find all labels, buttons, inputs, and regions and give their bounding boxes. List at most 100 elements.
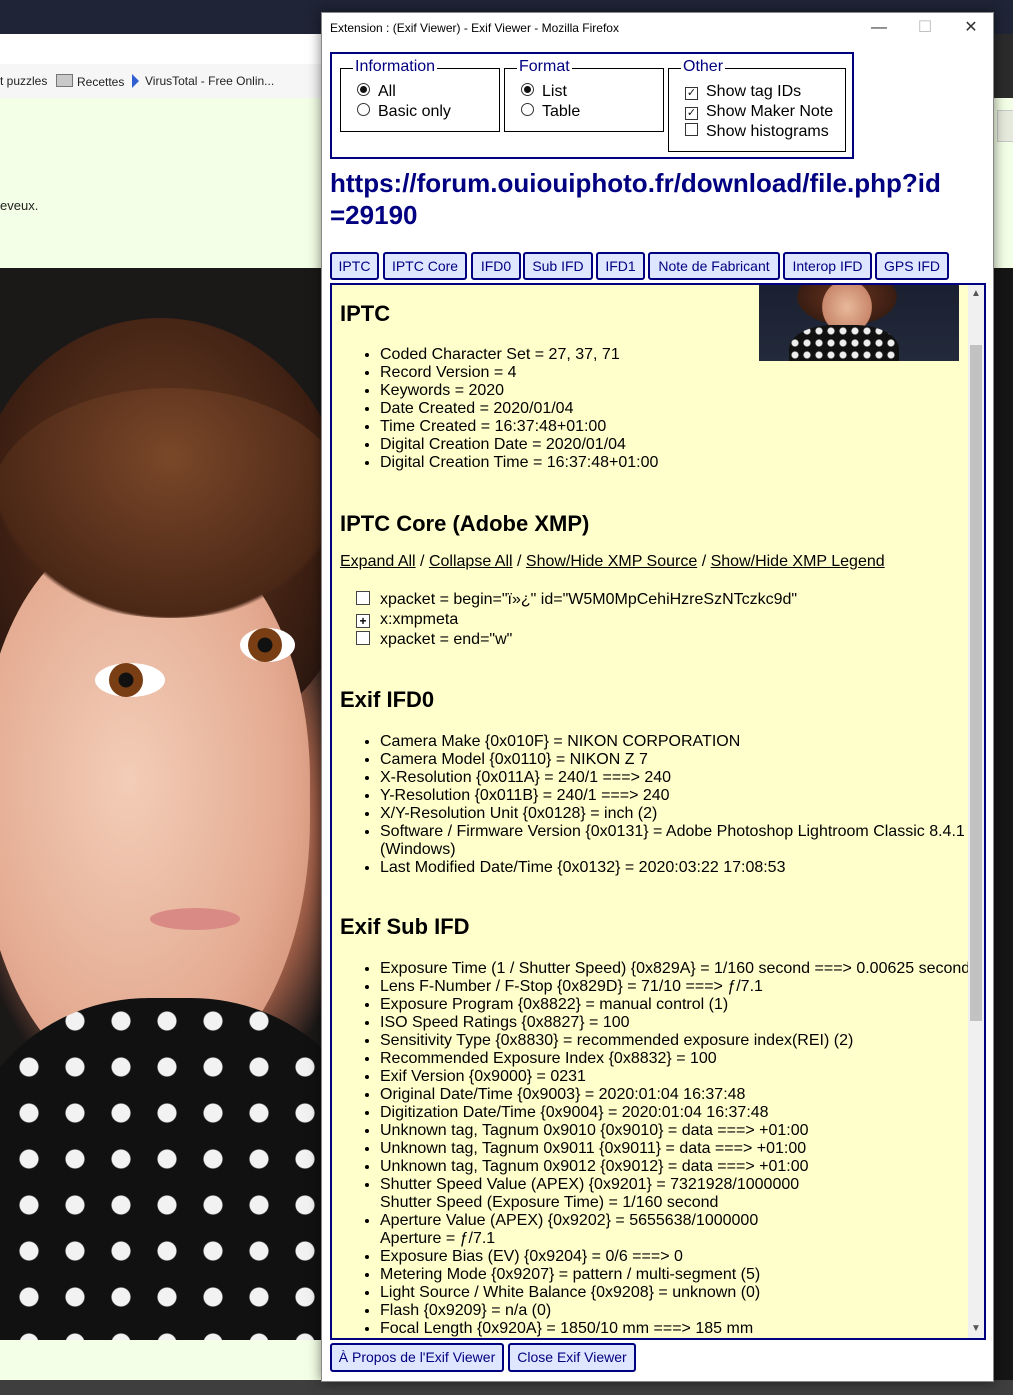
tree-expand-icon[interactable]: + xyxy=(356,614,370,628)
tab-sub-ifd[interactable]: Sub IFD xyxy=(523,252,593,280)
bookmarks-bar: t puzzles Recettes VirusTotal - Free Onl… xyxy=(0,64,330,98)
list-item: Camera Make {0x010F} = NIKON CORPORATION xyxy=(380,733,965,751)
scrollbar-thumb[interactable] xyxy=(970,345,982,1021)
photo-right-eye xyxy=(240,628,295,662)
photo-polka-dot-dress xyxy=(0,998,330,1340)
list-item: Software / Firmware Version {0x0131} = A… xyxy=(380,823,965,841)
bookmark-recettes-label: Recettes xyxy=(77,75,125,89)
format-table-option[interactable]: Table xyxy=(521,103,580,121)
format-group: Format List Table xyxy=(504,58,664,132)
list-item: Exposure Time (1 / Shutter Speed) {0x829… xyxy=(380,960,968,978)
list-item: (Windows) xyxy=(380,841,456,858)
show-hide-xmp-source-link[interactable]: Show/Hide XMP Source xyxy=(526,553,697,570)
list-item: Exposure Program {0x8822} = manual contr… xyxy=(380,996,968,1014)
bookmark-virustotal[interactable]: VirusTotal - Free Onlin... xyxy=(132,74,274,88)
window-title-bar[interactable]: Extension : (Exif Viewer) - Exif Viewer … xyxy=(322,13,993,43)
section-title-iptc-core: IPTC Core (Adobe XMP) xyxy=(340,511,590,536)
show-histograms-option[interactable]: Show histograms xyxy=(685,123,829,141)
tree-node-box[interactable] xyxy=(356,631,370,645)
tab-interop-ifd[interactable]: Interop IFD xyxy=(783,252,872,280)
background-page-text: eveux. xyxy=(0,198,39,213)
show-hide-xmp-legend-link[interactable]: Show/Hide XMP Legend xyxy=(711,553,885,570)
show-maker-note-checkbox[interactable]: ✓ xyxy=(685,107,698,120)
list-item: Last Modified Date/Time {0x0132} = 2020:… xyxy=(380,859,965,877)
format-list-option[interactable]: List xyxy=(521,83,567,101)
list-item: Flash {0x9209} = n/a (0) xyxy=(380,1302,968,1320)
minimize-button[interactable]: — xyxy=(862,17,896,39)
information-all-option[interactable]: All xyxy=(357,83,396,101)
tab-ifd1[interactable]: IFD1 xyxy=(596,252,645,280)
bookmark-virustotal-label: VirusTotal - Free Onlin... xyxy=(145,74,275,88)
link-separator: / xyxy=(415,553,429,570)
other-legend: Other xyxy=(681,58,726,76)
list-item: Coded Character Set = 27, 37, 71 xyxy=(380,346,658,364)
information-legend: Information xyxy=(353,58,438,76)
tree-node-box[interactable] xyxy=(356,591,370,605)
list-item: Original Date/Time {0x9003} = 2020:01:04… xyxy=(380,1086,968,1104)
information-basic-label: Basic only xyxy=(378,103,451,120)
radio-all[interactable] xyxy=(357,83,370,96)
format-list-label: List xyxy=(542,83,567,100)
maximize-button[interactable]: ☐ xyxy=(908,17,942,39)
close-exif-viewer-button[interactable]: Close Exif Viewer xyxy=(508,1343,636,1372)
show-maker-note-label: Show Maker Note xyxy=(706,103,834,120)
options-panel: Information All Basic only Format List T… xyxy=(330,52,854,159)
scroll-up-icon[interactable]: ▲ xyxy=(968,287,984,301)
list-item: Light Source / White Balance {0x9208} = … xyxy=(380,1284,968,1302)
tab-gps-ifd[interactable]: GPS IFD xyxy=(875,252,949,280)
xmp-tree-item: xpacket = end="w" xyxy=(356,631,512,649)
about-exif-viewer-button[interactable]: À Propos de l'Exif Viewer xyxy=(330,1343,504,1372)
format-legend: Format xyxy=(517,58,572,76)
show-histograms-checkbox[interactable] xyxy=(685,123,698,136)
list-item: Exif Version {0x9000} = 0231 xyxy=(380,1068,968,1086)
ifd0-list: Camera Make {0x010F} = NIKON CORPORATION… xyxy=(340,733,965,877)
image-url: https://forum.ouiouiphoto.fr/download/fi… xyxy=(330,168,941,230)
portrait-photo xyxy=(0,268,330,1340)
close-window-button[interactable]: ✕ xyxy=(954,17,988,39)
show-tag-ids-option[interactable]: ✓ Show tag IDs xyxy=(685,83,801,101)
radio-table[interactable] xyxy=(521,103,534,116)
show-tag-ids-label: Show tag IDs xyxy=(706,83,802,100)
background-right-dark xyxy=(992,268,1013,1380)
list-item: Sensitivity Type {0x8830} = recommended … xyxy=(380,1032,968,1050)
tab-note-de-fabricant[interactable]: Note de Fabricant xyxy=(648,252,780,280)
exif-viewer-window: Extension : (Exif Viewer) - Exif Viewer … xyxy=(321,12,994,1382)
collapse-all-link[interactable]: Collapse All xyxy=(429,553,513,570)
list-item: Keywords = 2020 xyxy=(380,382,658,400)
virustotal-icon xyxy=(132,74,139,88)
photo-left-eye xyxy=(95,663,165,697)
tab-iptc-core[interactable]: IPTC Core xyxy=(383,252,467,280)
radio-basic-only[interactable] xyxy=(357,103,370,116)
bookmark-recettes[interactable]: Recettes xyxy=(56,74,124,89)
bookmark-puzzles[interactable]: t puzzles xyxy=(0,74,47,88)
list-item: Shutter Speed (Exposure Time) = 1/160 se… xyxy=(380,1194,719,1211)
expand-all-link[interactable]: Expand All xyxy=(340,553,416,570)
information-group: Information All Basic only xyxy=(340,58,500,132)
list-item: Recommended Exposure Index {0x8832} = 10… xyxy=(380,1050,968,1068)
list-item: Focal Length {0x920A} = 1850/10 mm ===> … xyxy=(380,1320,968,1338)
list-item: Date Created = 2020/01/04 xyxy=(380,400,658,418)
section-title-ifd0: Exif IFD0 xyxy=(340,687,435,712)
show-maker-note-option[interactable]: ✓ Show Maker Note xyxy=(685,103,833,121)
vertical-scrollbar[interactable]: ▲ ▼ xyxy=(968,285,984,1338)
background-toolbar xyxy=(0,34,330,65)
radio-list[interactable] xyxy=(521,83,534,96)
information-basic-option[interactable]: Basic only xyxy=(357,103,451,121)
scroll-down-icon[interactable]: ▼ xyxy=(968,1322,984,1336)
link-separator: / xyxy=(512,553,526,570)
exif-content-panel[interactable]: IPTC Coded Character Set = 27, 37, 71Rec… xyxy=(330,283,986,1340)
tab-iptc[interactable]: IPTC xyxy=(330,252,379,280)
show-histograms-label: Show histograms xyxy=(706,123,829,140)
information-all-label: All xyxy=(378,83,396,100)
tab-ifd0[interactable]: IFD0 xyxy=(471,252,521,280)
background-right-tab xyxy=(997,110,1013,142)
list-item: Aperture Value (APEX) {0x9202} = 5655638… xyxy=(380,1212,968,1230)
show-tag-ids-checkbox[interactable]: ✓ xyxy=(685,87,698,100)
list-item: Aperture = ƒ/7.1 xyxy=(380,1230,496,1247)
list-item: X-Resolution {0x011A} = 240/1 ===> 240 xyxy=(380,769,965,787)
photo-lips xyxy=(150,908,240,930)
thumbnail-dress xyxy=(789,325,899,361)
background-page: eveux. xyxy=(0,98,330,268)
format-table-label: Table xyxy=(542,103,581,120)
list-item: Unknown tag, Tagnum 0x9010 {0x9010} = da… xyxy=(380,1122,968,1140)
